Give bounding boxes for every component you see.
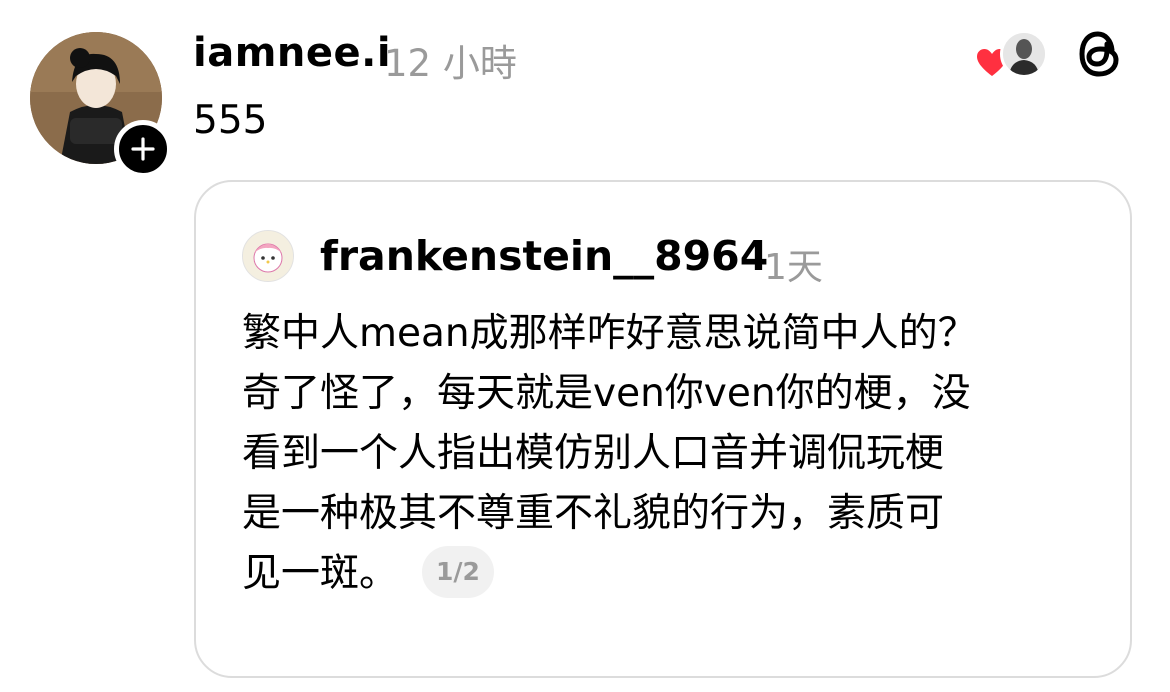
threads-logo-icon[interactable] xyxy=(1076,28,1124,80)
author-username[interactable]: iamnee.i xyxy=(193,30,391,76)
quoted-text-line: 繁中人mean成那样咋好意思说简中人的？ xyxy=(242,311,977,356)
plus-icon xyxy=(131,137,155,161)
quoted-text-line: 奇了怪了，每天就是ven你ven你的梗，没 xyxy=(242,371,971,416)
quoted-post-time: 1天 xyxy=(764,247,823,288)
post-time: 12 小時 xyxy=(384,42,517,85)
quoted-text-line: 见一斑。 xyxy=(242,551,399,596)
quoted-text-last-line: 见一斑。 1/2 xyxy=(242,544,1102,604)
user-avatar-cartoon xyxy=(243,231,293,281)
quoted-author-username[interactable]: frankenstein__8964 xyxy=(320,232,768,280)
liker-avatar xyxy=(1000,30,1048,78)
follow-button[interactable] xyxy=(114,120,172,178)
quoted-text-line: 看到一个人指出模仿别人口音并调侃玩梗 xyxy=(242,431,945,476)
quoted-text-line: 是一种极其不尊重不礼貌的行为，素质可 xyxy=(242,491,945,536)
user-avatar-photo xyxy=(1003,33,1045,75)
quoted-post-card[interactable]: frankenstein__8964 1天 繁中人mean成那样咋好意思说简中人… xyxy=(194,180,1132,678)
pager-badge[interactable]: 1/2 xyxy=(422,545,494,598)
likes-indicator[interactable] xyxy=(976,30,1050,80)
quoted-post-text: 繁中人mean成那样咋好意思说简中人的？ 奇了怪了，每天就是ven你ven你的梗… xyxy=(242,304,1102,604)
quoted-author-avatar[interactable] xyxy=(242,230,294,282)
post-text: 555 xyxy=(193,98,268,143)
